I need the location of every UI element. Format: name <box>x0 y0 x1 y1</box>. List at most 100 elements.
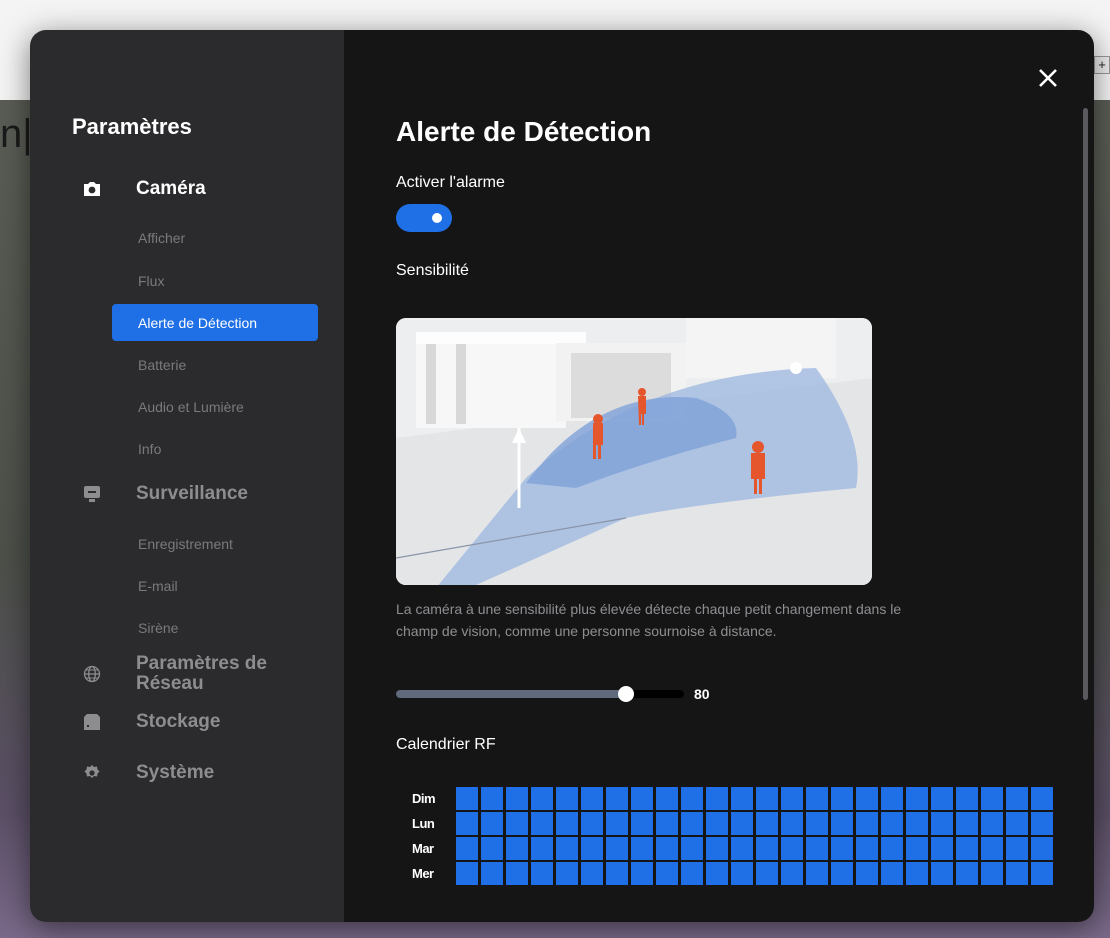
calendar-cell[interactable] <box>656 837 678 860</box>
sidebar-item-flux[interactable]: Flux <box>138 273 164 289</box>
calendar-cell[interactable] <box>781 862 803 885</box>
calendar-cell[interactable] <box>681 787 703 810</box>
calendar-cell[interactable] <box>981 812 1003 835</box>
calendar-cell[interactable] <box>881 862 903 885</box>
calendar-cell[interactable] <box>831 837 853 860</box>
calendar-cell[interactable] <box>806 812 828 835</box>
calendar-cell[interactable] <box>731 862 753 885</box>
sidebar-item-email[interactable]: E-mail <box>138 578 178 594</box>
calendar-cell[interactable] <box>856 837 878 860</box>
calendar-cell[interactable] <box>1006 812 1028 835</box>
calendar-cell[interactable] <box>781 787 803 810</box>
calendar-cell[interactable] <box>731 787 753 810</box>
calendar-cell[interactable] <box>631 812 653 835</box>
calendar-cell[interactable] <box>831 787 853 810</box>
calendar-cell[interactable] <box>756 812 778 835</box>
calendar-cell[interactable] <box>931 812 953 835</box>
calendar-cell[interactable] <box>931 787 953 810</box>
calendar-cell[interactable] <box>831 812 853 835</box>
calendar-cell[interactable] <box>756 862 778 885</box>
calendar-cell[interactable] <box>606 862 628 885</box>
calendar-cell[interactable] <box>556 862 578 885</box>
sidebar-section-system[interactable]: Système <box>80 761 214 785</box>
calendar-cell[interactable] <box>456 787 478 810</box>
calendar-cell[interactable] <box>931 837 953 860</box>
calendar-cell[interactable] <box>506 787 528 810</box>
calendar-cell[interactable] <box>1031 812 1053 835</box>
calendar-cell[interactable] <box>1006 837 1028 860</box>
background-plus-button[interactable]: + <box>1094 56 1110 74</box>
calendar-cell[interactable] <box>781 812 803 835</box>
sensitivity-slider[interactable] <box>396 686 684 702</box>
calendar-cell[interactable] <box>656 862 678 885</box>
calendar-cell[interactable] <box>531 787 553 810</box>
calendar-cell[interactable] <box>506 862 528 885</box>
alarm-toggle[interactable] <box>396 204 452 232</box>
content-scrollbar[interactable] <box>1083 108 1088 700</box>
calendar-cell[interactable] <box>531 812 553 835</box>
calendar-cell[interactable] <box>731 812 753 835</box>
calendar-cell[interactable] <box>856 812 878 835</box>
sidebar-item-info[interactable]: Info <box>138 441 161 457</box>
calendar-cell[interactable] <box>781 837 803 860</box>
calendar-cell[interactable] <box>481 837 503 860</box>
calendar-cell[interactable] <box>656 787 678 810</box>
calendar-cell[interactable] <box>481 862 503 885</box>
calendar-cell[interactable] <box>806 862 828 885</box>
calendar-cell[interactable] <box>1031 862 1053 885</box>
calendar-cell[interactable] <box>556 837 578 860</box>
calendar-cell[interactable] <box>606 812 628 835</box>
calendar-cell[interactable] <box>856 862 878 885</box>
calendar-cell[interactable] <box>581 837 603 860</box>
calendar-cell[interactable] <box>881 812 903 835</box>
calendar-cell[interactable] <box>1031 787 1053 810</box>
calendar-cell[interactable] <box>556 812 578 835</box>
calendar-cell[interactable] <box>881 837 903 860</box>
calendar-cell[interactable] <box>456 862 478 885</box>
calendar-cell[interactable] <box>456 837 478 860</box>
sidebar-item-audio-lumiere[interactable]: Audio et Lumière <box>138 399 244 415</box>
sidebar-section-surveillance[interactable]: Surveillance <box>80 482 248 506</box>
calendar-cell[interactable] <box>906 837 928 860</box>
calendar-cell[interactable] <box>681 837 703 860</box>
calendar-cell[interactable] <box>631 862 653 885</box>
calendar-cell[interactable] <box>756 787 778 810</box>
calendar-cell[interactable] <box>1031 837 1053 860</box>
calendar-cell[interactable] <box>881 787 903 810</box>
calendar-cell[interactable] <box>681 862 703 885</box>
calendar-cell[interactable] <box>956 812 978 835</box>
calendar-cell[interactable] <box>531 862 553 885</box>
calendar-cell[interactable] <box>606 787 628 810</box>
sidebar-section-storage[interactable]: Stockage <box>80 710 220 734</box>
calendar-cell[interactable] <box>856 787 878 810</box>
calendar-cell[interactable] <box>956 837 978 860</box>
calendar-cell[interactable] <box>956 862 978 885</box>
calendar-cell[interactable] <box>481 812 503 835</box>
slider-thumb[interactable] <box>618 686 635 702</box>
calendar-cell[interactable] <box>631 787 653 810</box>
calendar-cell[interactable] <box>706 837 728 860</box>
sidebar-item-alerte-detection[interactable]: Alerte de Détection <box>112 304 318 341</box>
sidebar-item-afficher[interactable]: Afficher <box>138 230 185 246</box>
calendar-cell[interactable] <box>906 862 928 885</box>
calendar-cell[interactable] <box>531 837 553 860</box>
calendar-cell[interactable] <box>1006 787 1028 810</box>
calendar-cell[interactable] <box>906 812 928 835</box>
calendar-cell[interactable] <box>981 837 1003 860</box>
calendar-cell[interactable] <box>581 862 603 885</box>
calendar-cell[interactable] <box>906 787 928 810</box>
calendar-cell[interactable] <box>506 837 528 860</box>
calendar-cell[interactable] <box>1006 862 1028 885</box>
calendar-cell[interactable] <box>706 787 728 810</box>
sidebar-item-batterie[interactable]: Batterie <box>138 357 186 373</box>
calendar-cell[interactable] <box>706 812 728 835</box>
calendar-cell[interactable] <box>981 787 1003 810</box>
calendar-cell[interactable] <box>806 837 828 860</box>
calendar-cell[interactable] <box>556 787 578 810</box>
calendar-cell[interactable] <box>831 862 853 885</box>
calendar-cell[interactable] <box>931 862 953 885</box>
sidebar-item-sirene[interactable]: Sirène <box>138 620 178 636</box>
calendar-cell[interactable] <box>581 812 603 835</box>
calendar-cell[interactable] <box>581 787 603 810</box>
calendar-cell[interactable] <box>956 787 978 810</box>
